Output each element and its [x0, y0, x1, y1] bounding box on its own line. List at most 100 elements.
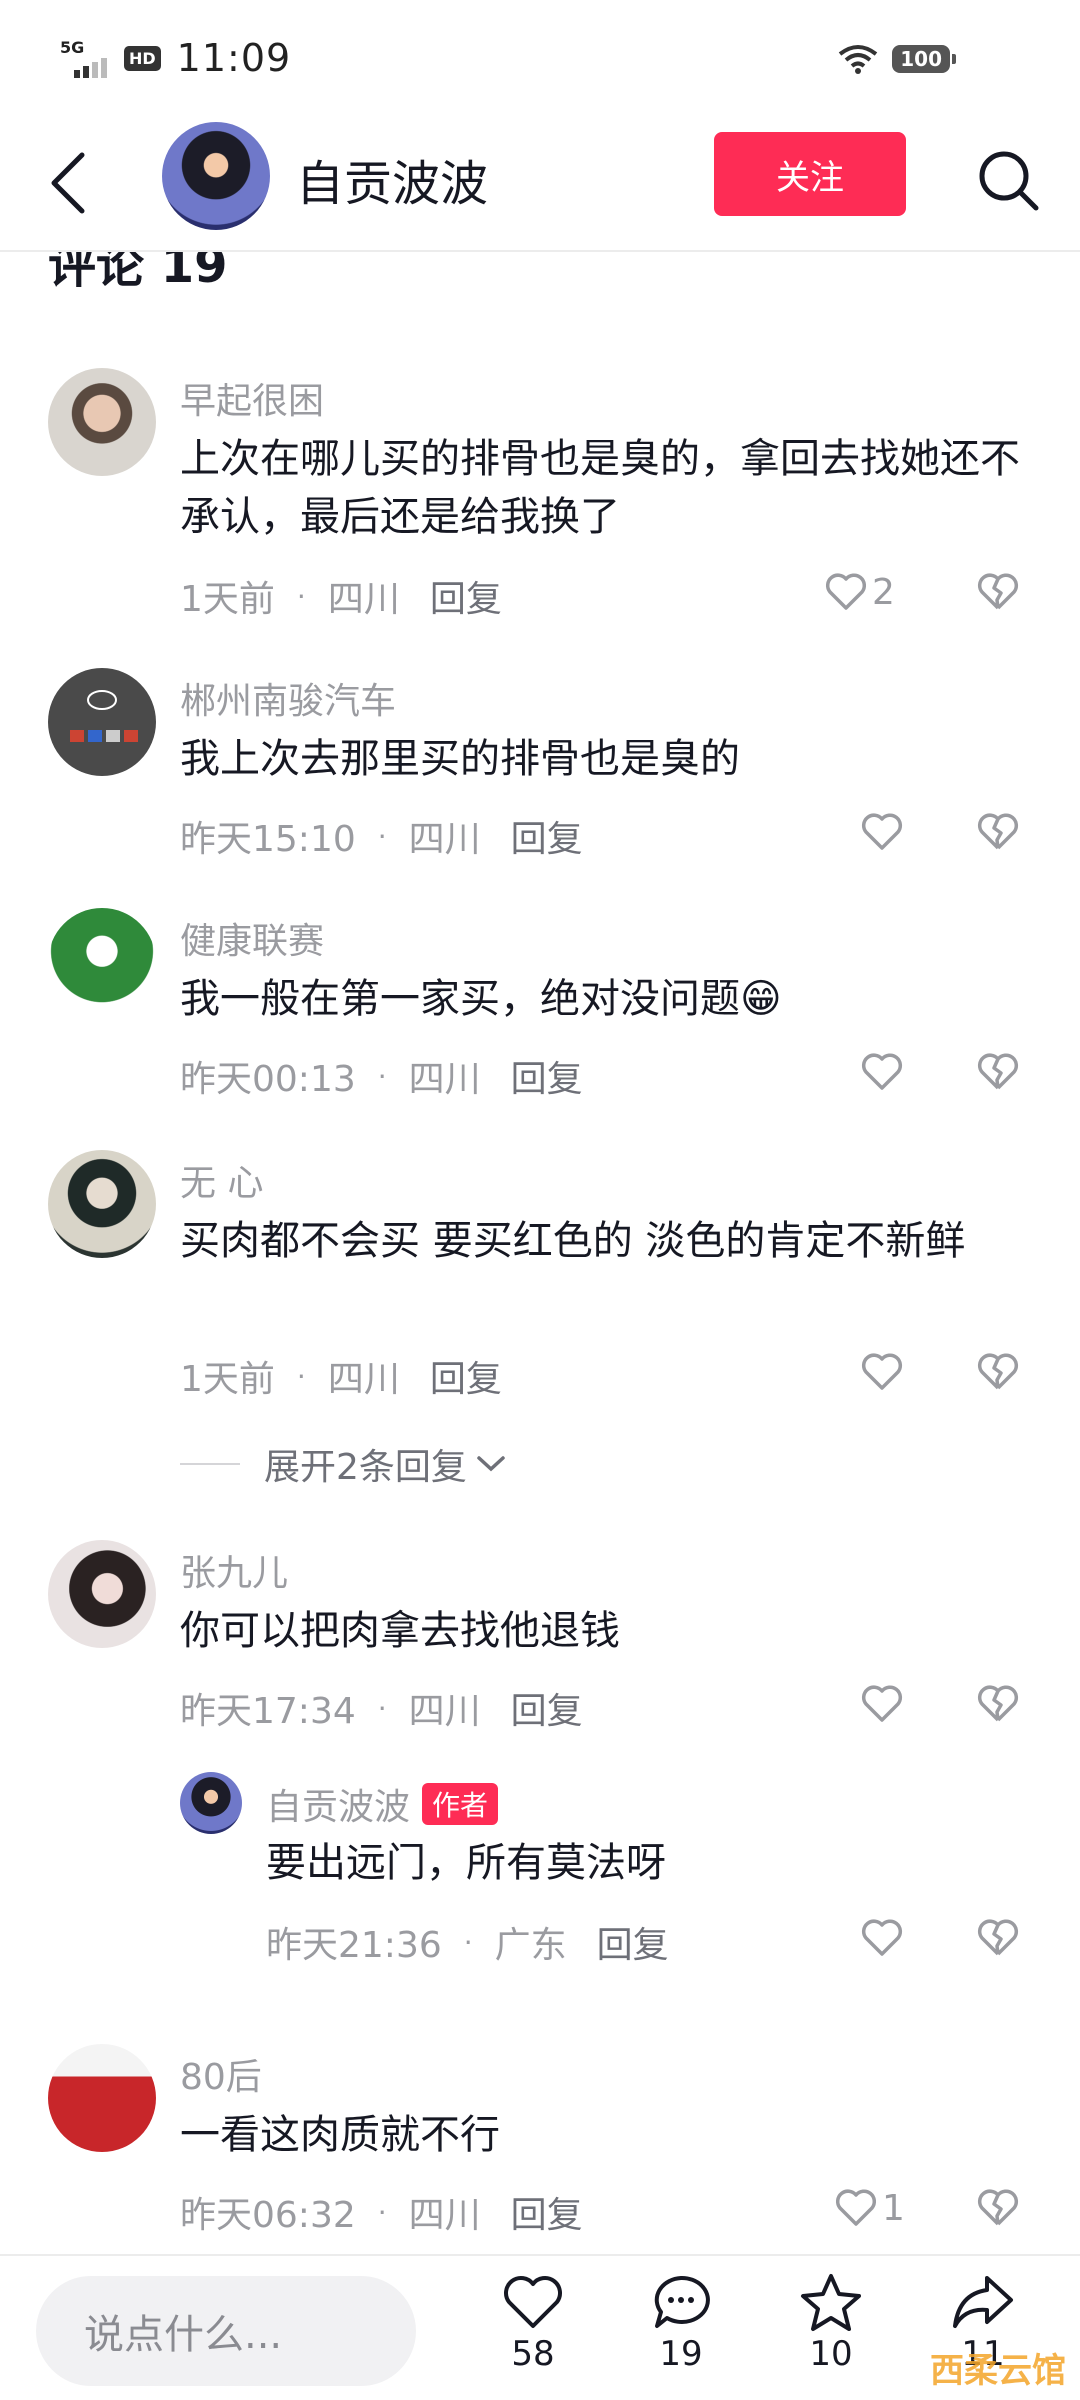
like-button[interactable] — [860, 1916, 904, 1960]
comment-location: 四川 — [408, 819, 481, 860]
comment-location: 四川 — [408, 1059, 481, 1100]
commenter-name[interactable]: 郴州南骏汽车 — [180, 672, 396, 724]
status-bar: 5G HD 11:09 100 — [0, 0, 1080, 110]
expand-replies-button[interactable]: 展开2条回复 — [180, 1438, 507, 1490]
comment-time: 1天前 — [180, 1359, 275, 1400]
battery-indicator: 100 — [892, 45, 956, 73]
comment-bubble-icon — [654, 2275, 710, 2328]
follow-button[interactable]: 关注 — [714, 132, 906, 216]
heart-icon — [861, 1685, 903, 1722]
chevron-left-icon — [51, 152, 85, 214]
comments-button[interactable]: 19 — [626, 2272, 736, 2374]
broken-heart-icon[interactable] — [976, 570, 1020, 614]
reply-button[interactable]: 回复 — [430, 570, 502, 622]
heart-icon — [861, 1353, 903, 1390]
comment-time: 昨天17:34 — [180, 1691, 356, 1732]
watermark-logo: 西柔云馆 — [930, 2351, 1066, 2391]
comment-location: 广东 — [494, 1925, 567, 1966]
reply-button[interactable]: 回复 — [511, 2186, 583, 2238]
comment-text: 我一般在第一家买，绝对没问题😁 — [180, 976, 782, 1022]
comment-time: 1天前 — [180, 579, 275, 620]
comment-meta: 1天前 · 四川 回复 — [180, 570, 502, 622]
comment-meta: 昨天21:36 · 广东 回复 — [266, 1916, 669, 1968]
comment-location: 四川 — [327, 1359, 400, 1400]
author-avatar[interactable] — [162, 122, 270, 230]
commenter-avatar[interactable] — [180, 1772, 242, 1834]
reply-button[interactable]: 回复 — [511, 1682, 583, 1734]
reply-button[interactable]: 回复 — [430, 1350, 502, 1402]
comment-text: 买肉都不会买 要买红色的 淡色的肯定不新鲜 — [180, 1218, 966, 1264]
commenter-avatar[interactable] — [48, 1150, 156, 1258]
like-button[interactable] — [860, 1682, 904, 1726]
hd-badge: HD — [124, 45, 161, 71]
broken-heart-icon[interactable] — [976, 1350, 1020, 1394]
comment-meta: 昨天15:10 · 四川 回复 — [180, 810, 583, 862]
video-comment-count: 19 — [659, 2334, 703, 2374]
broken-heart-icon[interactable] — [976, 810, 1020, 854]
chevron-down-icon — [477, 1456, 505, 1472]
share-arrow-icon — [953, 2276, 1013, 2328]
comment-text: 我上次去那里买的排骨也是臭的 — [180, 736, 740, 782]
broken-heart-icon[interactable] — [976, 1050, 1020, 1094]
bottom-action-bar: 说点什么... 58 19 10 11 西柔云馆 — [0, 2254, 1080, 2400]
like-button[interactable]: 1 — [834, 2186, 905, 2230]
like-video-button[interactable]: 58 — [478, 2272, 588, 2374]
heart-icon — [825, 573, 867, 610]
search-icon — [979, 151, 1039, 211]
author-badge: 作者 — [422, 1783, 499, 1825]
like-button[interactable] — [860, 1350, 904, 1394]
reply-button[interactable]: 回复 — [511, 1050, 583, 1102]
broken-heart-icon[interactable] — [976, 2186, 1020, 2230]
commenter-avatar[interactable] — [48, 668, 156, 776]
like-button[interactable]: 2 — [824, 570, 895, 614]
comment-meta: 昨天00:13 · 四川 回复 — [180, 1050, 583, 1102]
clock: 11:09 — [176, 36, 292, 80]
search-button[interactable] — [974, 146, 1044, 216]
commenter-avatar[interactable] — [48, 908, 156, 1016]
cellular-signal-icon: 5G — [60, 38, 108, 78]
reply-button[interactable]: 回复 — [511, 810, 583, 862]
comment-location: 四川 — [408, 2195, 481, 2236]
heart-icon — [861, 1053, 903, 1090]
author-name[interactable]: 自贡波波 — [296, 144, 488, 214]
like-button[interactable] — [860, 1050, 904, 1094]
author-reply-name: 自贡波波 — [266, 1787, 411, 1828]
commenter-name[interactable]: 健康联赛 — [180, 912, 324, 964]
like-count: 2 — [872, 571, 895, 613]
broken-heart-icon[interactable] — [976, 1682, 1020, 1726]
comment-location: 四川 — [408, 1691, 481, 1732]
comment-time: 昨天06:32 — [180, 2195, 356, 2236]
comment-location: 四川 — [327, 579, 400, 620]
commenter-avatar[interactable] — [48, 1540, 156, 1648]
commenter-name[interactable]: 80后 — [180, 2048, 262, 2100]
comment-time: 昨天21:36 — [266, 1925, 442, 1966]
back-button[interactable] — [40, 148, 96, 218]
comment-time: 昨天15:10 — [180, 819, 356, 860]
comment-input[interactable]: 说点什么... — [36, 2276, 416, 2386]
comment-text: 上次在哪儿买的排骨也是臭的，拿回去找她还不承认，最后还是给我换了 — [180, 436, 1020, 540]
comment-text: 要出远门，所有莫法呀 — [266, 1840, 666, 1886]
video-like-count: 58 — [511, 2334, 555, 2374]
comment-meta: 1天前 · 四川 回复 — [180, 1350, 502, 1402]
broken-heart-icon[interactable] — [976, 1916, 1020, 1960]
heart-icon — [504, 2276, 562, 2328]
comment-time: 昨天00:13 — [180, 1059, 356, 1100]
commenter-avatar[interactable] — [48, 2044, 156, 2152]
profile-header: 自贡波波 关注 — [0, 110, 1080, 252]
wifi-icon — [839, 45, 878, 74]
commenter-avatar[interactable] — [48, 368, 156, 476]
commenter-name[interactable]: 无 心 — [180, 1154, 263, 1206]
video-favorite-count: 10 — [809, 2334, 853, 2374]
heart-icon — [861, 813, 903, 850]
like-count: 1 — [882, 2187, 905, 2229]
like-button[interactable] — [860, 810, 904, 854]
commenter-name[interactable]: 张九儿 — [180, 1544, 288, 1596]
network-type: 5G — [60, 38, 85, 57]
comment-text: 一看这肉质就不行 — [180, 2112, 500, 2158]
favorite-button[interactable]: 10 — [776, 2272, 886, 2374]
comment-meta: 昨天17:34 · 四川 回复 — [180, 1682, 583, 1734]
commenter-name[interactable]: 早起很困 — [180, 372, 324, 424]
heart-icon — [835, 2189, 877, 2226]
reply-button[interactable]: 回复 — [597, 1916, 669, 1968]
commenter-name[interactable]: 自贡波波 作者 — [266, 1778, 499, 1830]
